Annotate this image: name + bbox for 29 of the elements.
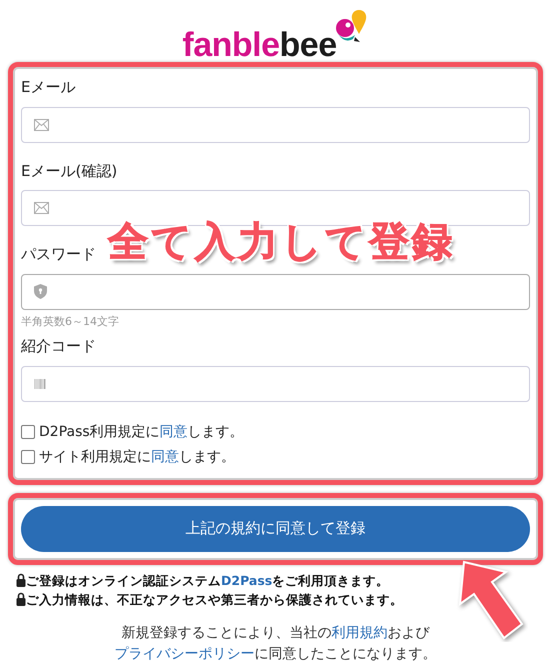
footer-text: 新規登録することにより、当社の利用規約および プライバシーポリシーに同意したことになります。: [114, 624, 438, 663]
annotation-text: 全て入力して登録: [108, 218, 455, 267]
agree-link[interactable]: 同意: [151, 448, 179, 464]
barcode-icon: [34, 378, 46, 388]
envelope-icon: [34, 202, 49, 214]
d2pass-link[interactable]: D2Pass: [221, 572, 272, 588]
submit-button[interactable]: 上記の規約に同意して登録: [21, 506, 530, 552]
checkbox[interactable]: [21, 425, 35, 439]
terms-link[interactable]: プライバシーポリシー: [114, 646, 254, 662]
agree-link[interactable]: 同意: [160, 424, 188, 440]
hint-text: 半角英数6～14文字: [21, 314, 119, 330]
input-field[interactable]: [21, 106, 530, 142]
envelope-icon: [34, 118, 49, 130]
shield-icon: [34, 284, 47, 299]
agreement-text: サイト利用規定に同意 します。: [39, 448, 235, 466]
checkbox[interactable]: [21, 450, 35, 464]
input-field[interactable]: [21, 274, 530, 310]
field-label: Eメール(確認): [21, 160, 118, 182]
padlock-icon: [16, 573, 26, 587]
notice-text: ご入力情報は、不正なアクセスや第三者から保護されています。: [26, 592, 403, 606]
field-label: Eメール: [21, 77, 76, 98]
logo-wordmark: fanblebee: [182, 28, 337, 62]
agreement-text: D2Pass利用規定に同意 します。: [39, 422, 244, 442]
field-label: パスワード: [21, 244, 96, 265]
notice-text: ご登録はオンライン認証システムD2Passをご利用頂きます。: [26, 572, 390, 588]
padlock-icon: [16, 592, 26, 606]
input-field[interactable]: [21, 366, 530, 402]
terms-link[interactable]: 利用規約: [332, 624, 388, 640]
field-label: 紹介コード: [21, 336, 96, 357]
